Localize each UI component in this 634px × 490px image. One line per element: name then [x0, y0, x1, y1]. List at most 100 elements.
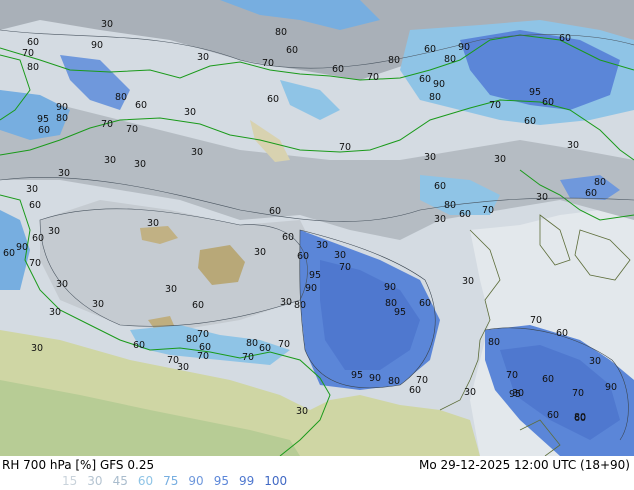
contour-label: 60	[3, 248, 15, 259]
contour-label: 30	[92, 299, 104, 310]
contour-label: 80	[294, 300, 306, 311]
contour-label: 60	[259, 343, 271, 354]
legend-item: 45	[112, 474, 128, 488]
contour-label: 80	[56, 113, 68, 124]
contour-label: 70	[278, 339, 290, 350]
legend-item: 60	[137, 474, 154, 488]
contour-label: 60	[297, 251, 309, 262]
contour-label: 60	[135, 100, 147, 111]
contour-label: 80	[246, 338, 258, 349]
contour-label: 70	[530, 315, 542, 326]
legend-item: 100	[264, 474, 288, 488]
contour-label: 30	[589, 356, 601, 367]
contour-label: 30	[147, 218, 159, 229]
contour-label: 70	[22, 48, 34, 59]
contour-label: 90	[384, 282, 396, 293]
contour-label: 60	[269, 206, 281, 217]
legend-item: 15	[62, 474, 78, 488]
map-footer: RH 700 hPa [%] GFS 0.25 Mo 29-12-2025 12…	[0, 456, 634, 490]
contour-label: 90	[433, 79, 445, 90]
contour-label: 70	[262, 58, 274, 69]
contour-label: 80	[388, 55, 400, 66]
contour-label: 30	[462, 276, 474, 287]
contour-label: 30	[184, 107, 196, 118]
contour-label: 90	[605, 382, 617, 393]
contour-label: 95	[309, 270, 321, 281]
contour-label: 30	[48, 226, 60, 237]
contour-label: 80	[574, 412, 586, 423]
contour-label: 30	[316, 240, 328, 251]
contour-label: 60	[559, 33, 571, 44]
contour-label: 60	[556, 328, 568, 339]
contour-label: 60	[192, 300, 204, 311]
contour-label: 80	[115, 92, 127, 103]
contour-label: 60	[27, 37, 39, 48]
contour-label: 70	[506, 370, 518, 381]
contour-label: 70	[416, 375, 428, 386]
contour-label: 80	[388, 376, 400, 387]
contour-label: 70	[242, 352, 254, 363]
contour-label: 90	[305, 283, 317, 294]
legend-item: 30	[87, 474, 103, 488]
contour-label: 70	[101, 119, 113, 130]
contour-label: 90	[91, 40, 103, 51]
contour-label: 80	[429, 92, 441, 103]
contour-label: 30	[197, 52, 209, 63]
contour-label: 60	[585, 188, 597, 199]
contour-label: 90	[16, 242, 28, 253]
contour-label: 60	[547, 410, 559, 421]
contour-label: 60	[38, 125, 50, 136]
valid-time: Mo 29-12-2025 12:00 UTC (18+90)	[418, 458, 630, 472]
contour-label: 60	[434, 181, 446, 192]
contour-label: 60	[267, 94, 279, 105]
contour-label: 95	[37, 114, 49, 125]
contour-label: 30	[434, 214, 446, 225]
contour-label: 60	[459, 209, 471, 220]
contour-label: 30	[101, 19, 113, 30]
rh-map-canvas: 3060 907080308060706080706080906060 908060…	[0, 0, 634, 456]
legend-item: 75	[163, 474, 179, 488]
contour-label: 30	[494, 154, 506, 165]
contour-label: 30	[334, 250, 346, 261]
contour-label: 80	[186, 334, 198, 345]
contour-label: 60	[424, 44, 436, 55]
contour-label: 70	[489, 100, 501, 111]
legend-item: 99	[238, 474, 255, 488]
contour-label: 30	[104, 155, 116, 166]
contour-label: 80	[444, 200, 456, 211]
contour-label: 90	[56, 102, 68, 113]
contour-label: 70	[29, 258, 41, 269]
contour-label: 30	[177, 362, 189, 373]
contour-label: 70	[197, 329, 209, 340]
contour-label: 30	[464, 387, 476, 398]
contour-label: 95	[394, 307, 406, 318]
contour-label: 30	[296, 406, 308, 417]
contour-label: 60	[286, 45, 298, 56]
contour-label: 30	[56, 279, 68, 290]
contour-label: 70	[339, 262, 351, 273]
contour-label: 60	[29, 200, 41, 211]
contour-label: 30	[254, 247, 266, 258]
contour-label: 60	[133, 340, 145, 351]
contour-label: 60	[542, 374, 554, 385]
color-legend: 15 30 45 60 75 90 95 99 100	[62, 474, 297, 488]
contour-label: 60	[409, 385, 421, 396]
contour-label: 60	[419, 74, 431, 85]
contour-label: 90	[458, 42, 470, 53]
contour-label: 70	[197, 351, 209, 362]
contour-label: 60	[542, 97, 554, 108]
contour-label: 95	[351, 370, 363, 381]
contour-label: 30	[536, 192, 548, 203]
contour-label: 30	[424, 152, 436, 163]
contour-label: 70	[482, 205, 494, 216]
contour-label: 80	[275, 27, 287, 38]
rh-map: 30 60 90 70 80 30 80 60 70 60 80 70 60 80 90 60 60 90 80 60…	[0, 0, 634, 456]
contour-label: 80	[488, 337, 500, 348]
contour-label: 30	[31, 343, 43, 354]
contour-label: 70	[367, 72, 379, 83]
contour-label: 60	[419, 298, 431, 309]
contour-label: 30	[165, 284, 177, 295]
legend-item: 90	[188, 474, 204, 488]
contour-label: 60	[524, 116, 536, 127]
contour-label: 70	[339, 142, 351, 153]
